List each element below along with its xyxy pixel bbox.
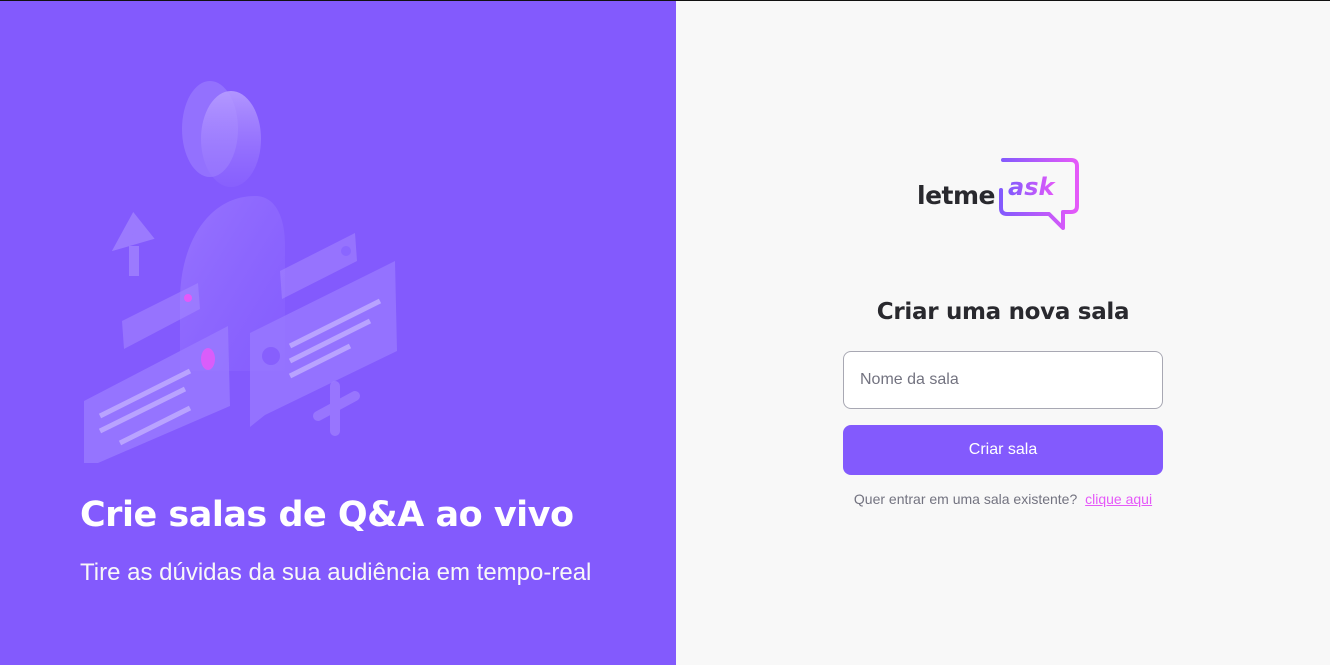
join-room-helper: Quer entrar em uma sala existente? cliqu…	[854, 491, 1152, 507]
speech-bubble-logo-icon: ask	[998, 158, 1079, 230]
logo-text: letme	[917, 180, 995, 210]
aside-panel: Crie salas de Q&A ao vivo Tire as dúvida…	[0, 1, 676, 665]
room-name-input[interactable]	[843, 351, 1163, 409]
create-room-button[interactable]: Criar sala	[843, 425, 1163, 475]
letmeask-logo: letme ask	[917, 156, 1081, 232]
aside-title: Crie salas de Q&A ao vivo	[80, 495, 574, 535]
aside-subtitle: Tire as dúvidas da sua audiência em temp…	[80, 559, 592, 586]
join-room-link[interactable]: clique aqui	[1085, 491, 1152, 507]
helper-text: Quer entrar em uma sala existente?	[853, 491, 1078, 507]
main-panel: letme ask Criar uma nova sala Criar sala…	[676, 1, 1330, 665]
create-room-form-container: letme ask Criar uma nova sala Criar sala…	[843, 156, 1163, 507]
qa-illustration-icon	[84, 81, 397, 463]
logo-accent-text: ask	[1008, 173, 1056, 201]
form-title: Criar uma nova sala	[876, 299, 1130, 325]
